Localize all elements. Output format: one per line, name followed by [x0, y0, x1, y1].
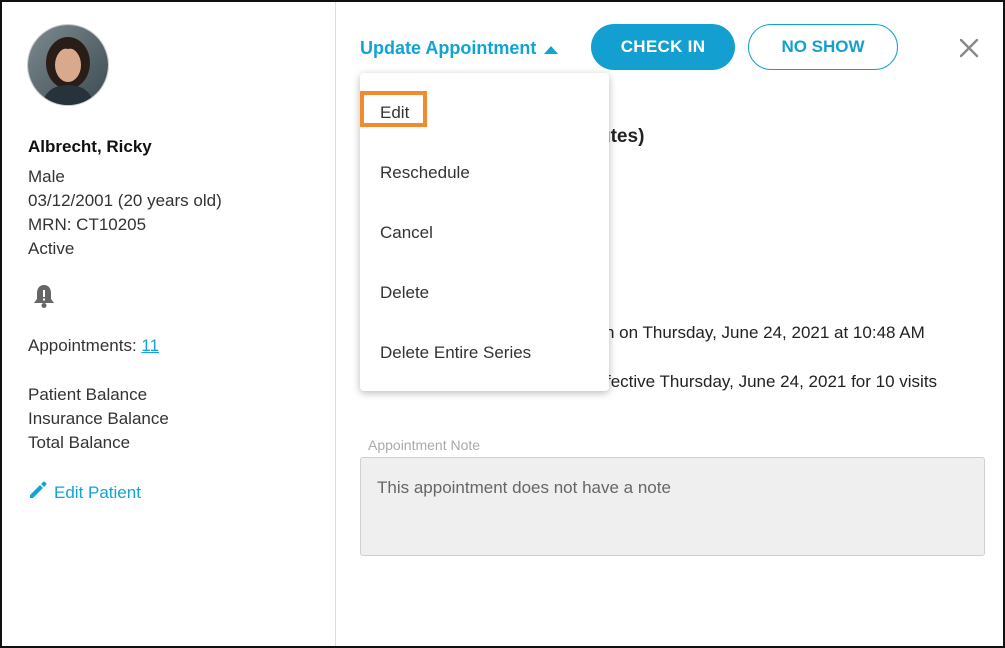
appointments-summary: Appointments: 11: [28, 336, 159, 356]
patient-panel: Albrecht, Ricky Male 03/12/2001 (20 year…: [2, 2, 336, 646]
check-in-button[interactable]: CHECK IN: [591, 24, 735, 70]
close-icon[interactable]: [958, 37, 980, 59]
patient-balance-label: Patient Balance: [28, 385, 148, 404]
alert-bell-icon[interactable]: [33, 284, 55, 308]
patient-mrn: MRN: CT10205: [28, 215, 147, 234]
menu-item-delete[interactable]: Delete: [380, 283, 429, 303]
insurance-balance-label: Insurance Balance: [28, 409, 169, 428]
appointment-dialog: Albrecht, Ricky Male 03/12/2001 (20 year…: [0, 0, 1005, 648]
total-balance-label: Total Balance: [28, 433, 131, 452]
edit-patient-label: Edit Patient: [54, 482, 141, 502]
menu-item-edit[interactable]: Edit: [380, 103, 409, 123]
appointment-note-box: This appointment does not have a note: [360, 457, 985, 556]
update-appointment-menu: Edit Reschedule Cancel Delete Delete Ent…: [360, 73, 609, 391]
update-appointment-toggle[interactable]: Update Appointment: [360, 38, 559, 59]
patient-status: Active: [28, 239, 75, 258]
appointment-series-fragment: fective Thursday, June 24, 2021 for 10 v…: [606, 372, 938, 391]
update-appointment-label: Update Appointment: [360, 38, 537, 58]
menu-item-cancel[interactable]: Cancel: [380, 223, 433, 243]
pencil-icon: [28, 480, 54, 505]
edit-patient-link[interactable]: Edit Patient: [28, 480, 141, 505]
menu-item-delete-series[interactable]: Delete Entire Series: [380, 343, 531, 363]
appointments-label: Appointments:: [28, 336, 137, 355]
no-show-button[interactable]: NO SHOW: [748, 24, 898, 70]
appointment-note-text: This appointment does not have a note: [377, 478, 671, 497]
patient-sex: Male: [28, 167, 65, 186]
appointments-count-link[interactable]: 11: [141, 336, 159, 355]
patient-name: Albrecht, Ricky: [28, 137, 152, 156]
avatar: [27, 24, 109, 106]
patient-dob: 03/12/2001 (20 years old): [28, 191, 222, 210]
appointment-created-fragment: h on Thursday, June 24, 2021 at 10:48 AM: [605, 323, 925, 342]
caret-up-icon: [544, 38, 559, 59]
appointment-note-label: Appointment Note: [368, 437, 481, 453]
menu-item-reschedule[interactable]: Reschedule: [380, 163, 470, 183]
